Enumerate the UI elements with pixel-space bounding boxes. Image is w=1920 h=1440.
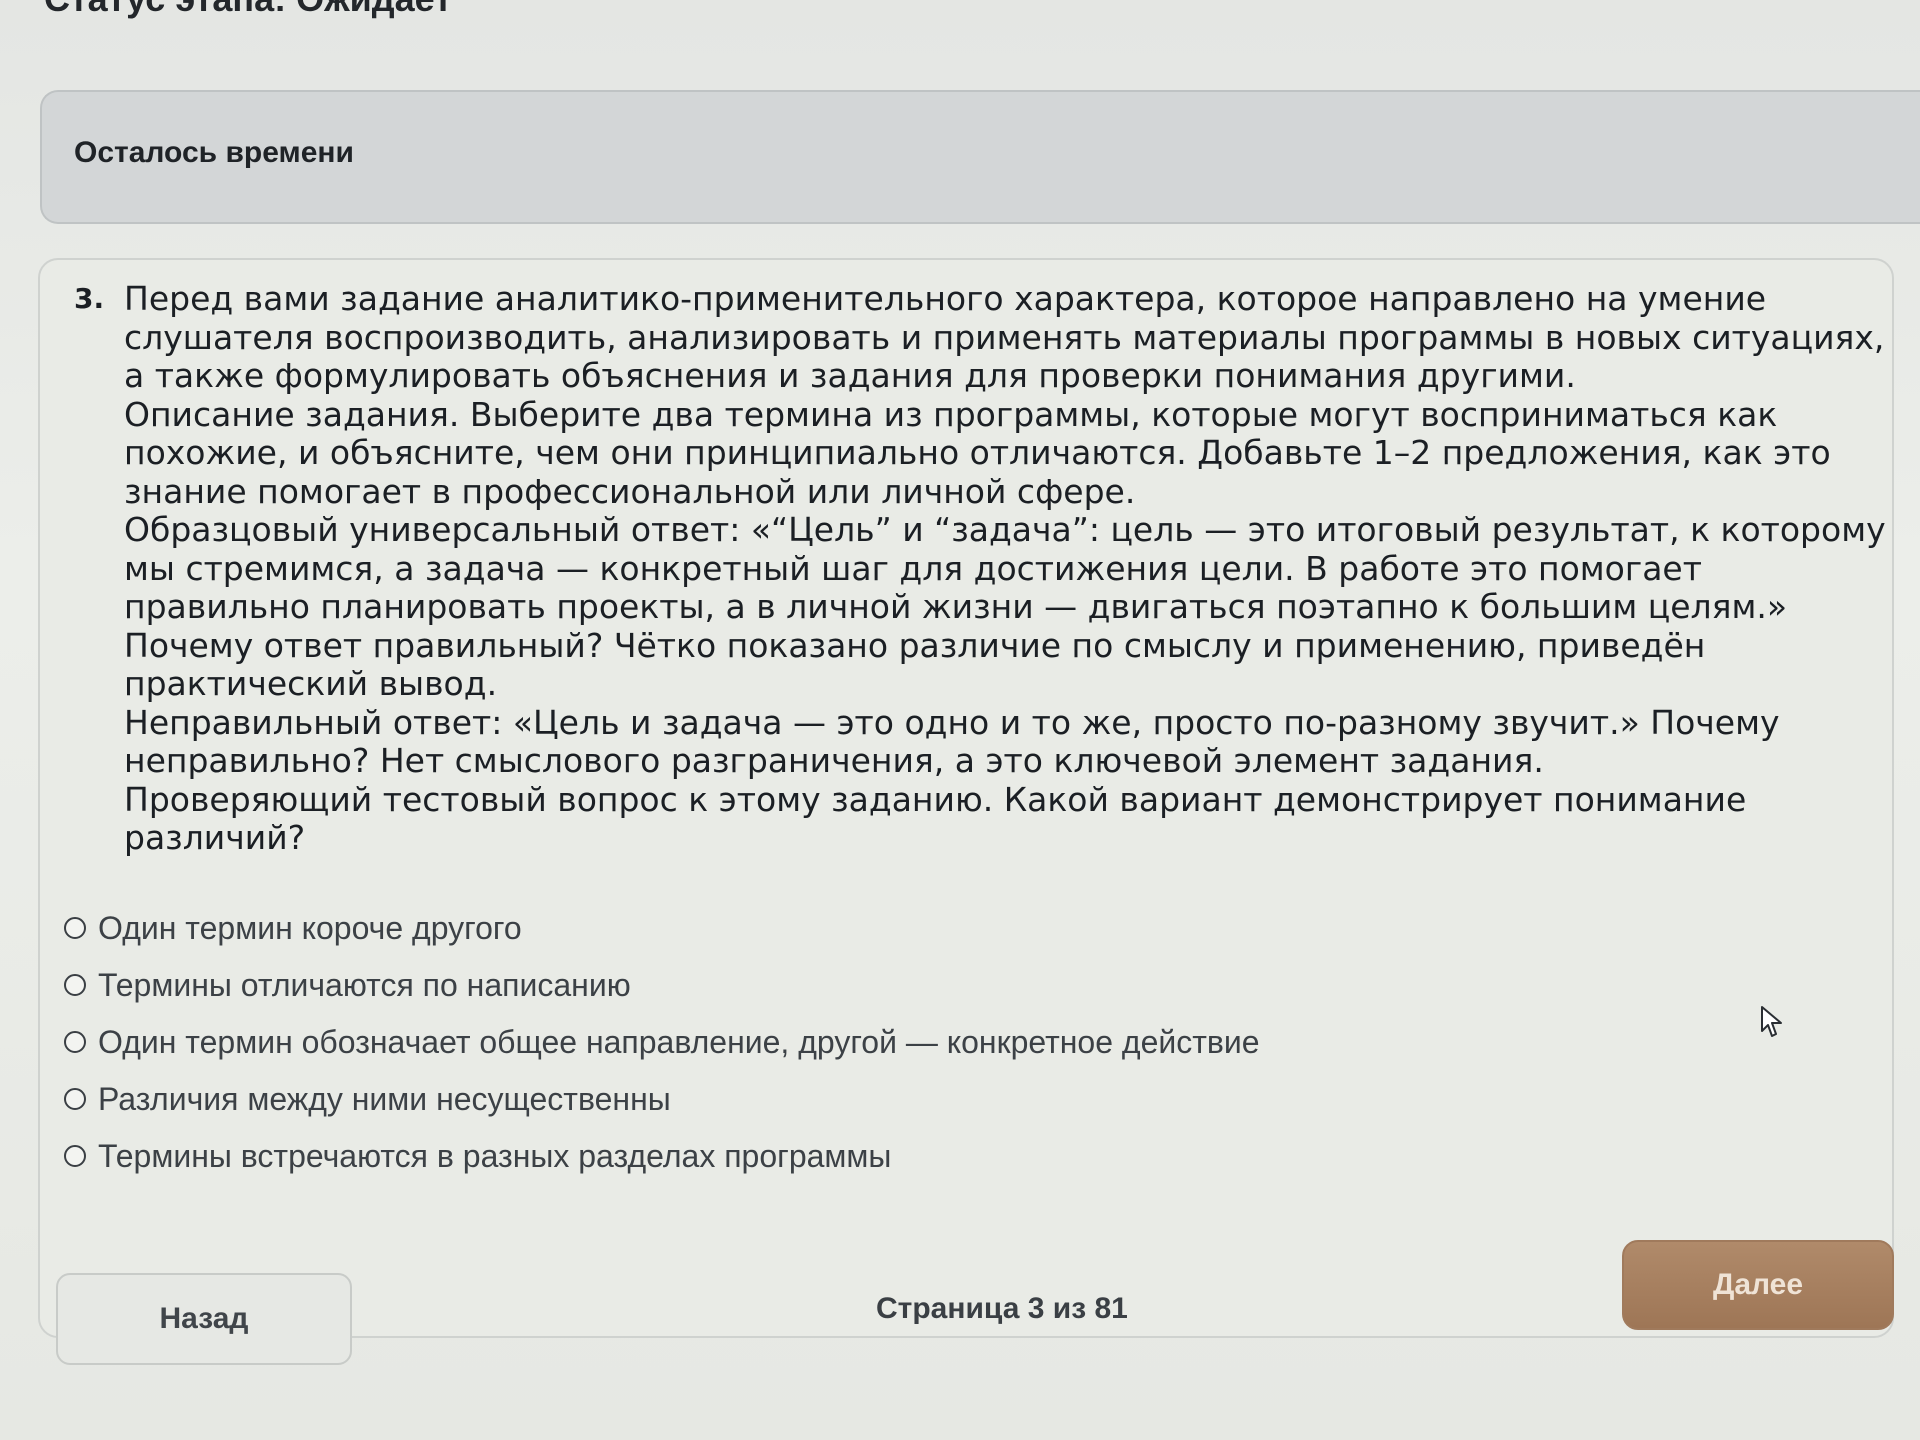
answer-option-label[interactable]: Термины отличаются по написанию (98, 967, 631, 1004)
timer-label: Осталось времени (74, 136, 354, 169)
answer-option-label[interactable]: Различия между ними несущественны (98, 1081, 671, 1118)
question-paragraph-test-question: Проверяющий тестовый вопрос к этому зада… (124, 779, 1747, 857)
page-indicator: Страница 3 из 81 (876, 1292, 1128, 1325)
question-paragraph-description: Описание задания. Выберите два термина и… (124, 394, 1831, 511)
answer-option-5[interactable]: Термины встречаются в разных разделах пр… (64, 1128, 1564, 1184)
back-button[interactable]: Назад (56, 1273, 352, 1365)
question-card: 3. Перед вами задание аналитико-применит… (38, 258, 1894, 1338)
next-button[interactable]: Далее (1622, 1240, 1894, 1330)
question-paragraph-intro: Перед вами задание аналитико-применитель… (124, 279, 1885, 395)
answer-option-2[interactable]: Термины отличаются по написанию (64, 957, 1564, 1013)
answer-option-label[interactable]: Термины встречаются в разных разделах пр… (98, 1138, 891, 1175)
answer-option-1[interactable]: Один термин короче другого (64, 900, 1564, 956)
answer-options: Один термин короче другого Термины отлич… (64, 900, 1564, 1185)
radio-button[interactable] (64, 1088, 86, 1110)
radio-button[interactable] (64, 917, 86, 939)
question-paragraph-wrong-answer: Неправильный ответ: «Цель и задача — это… (124, 702, 1780, 780)
timer-bar: Осталось времени (40, 90, 1920, 224)
answer-option-label[interactable]: Один термин обозначает общее направление… (98, 1024, 1260, 1061)
question-text: Перед вами задание аналитико-применитель… (124, 279, 1894, 858)
answer-option-label[interactable]: Один термин короче другого (98, 910, 522, 947)
radio-button[interactable] (64, 1031, 86, 1053)
test-page: Статус этапа: Ожидает Осталось времени 3… (0, 0, 1920, 1440)
radio-button[interactable] (64, 1145, 86, 1167)
answer-option-3[interactable]: Один термин обозначает общее направление… (64, 1014, 1564, 1070)
question-paragraph-model-answer: Образцовый универсальный ответ: «“Цель” … (124, 510, 1886, 703)
mouse-pointer-icon (1761, 1006, 1782, 1037)
answer-option-4[interactable]: Различия между ними несущественны (64, 1071, 1564, 1127)
radio-button[interactable] (64, 974, 86, 996)
question-number: 3. (74, 282, 105, 315)
stage-status: Статус этапа: Ожидает (44, 0, 452, 20)
